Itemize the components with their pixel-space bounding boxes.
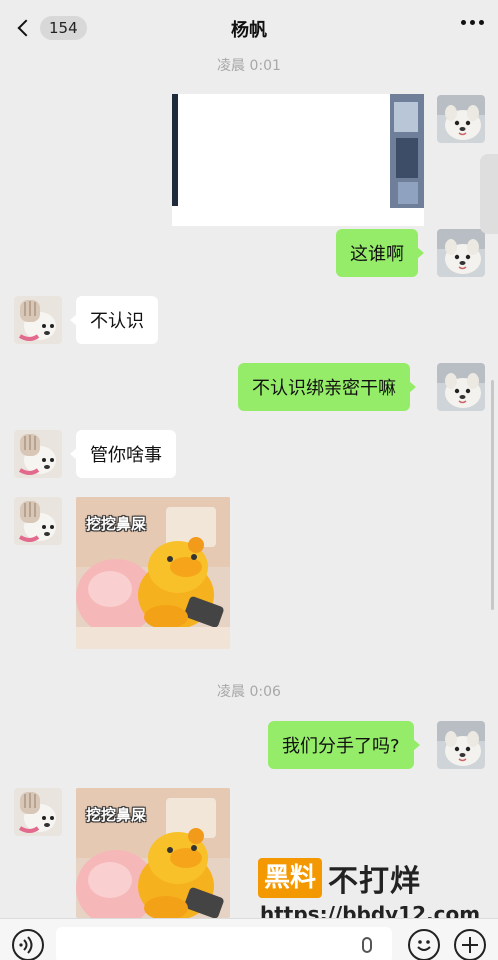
contact-avatar[interactable] [14, 788, 62, 836]
my-message-bubble[interactable]: 不认识绑亲密干嘛 [238, 363, 416, 411]
more-icon[interactable] [461, 20, 484, 25]
my-avatar[interactable] [437, 721, 485, 769]
chat-title: 杨帆 [231, 20, 267, 41]
mic-icon[interactable] [362, 937, 372, 953]
my-avatar[interactable] [437, 95, 485, 143]
sticker-message[interactable]: 挖挖鼻屎 [76, 788, 230, 918]
sticker-message[interactable]: 挖挖鼻屎 [76, 497, 230, 649]
scroll-indicator[interactable] [491, 380, 494, 610]
sticker-caption: 挖挖鼻屎 [86, 515, 147, 533]
watermark-brand-box: 黑料 [258, 858, 323, 898]
timestamp: 凌晨 0:06 [217, 684, 281, 700]
message-input[interactable] [56, 927, 392, 960]
input-bar [0, 918, 498, 960]
sticker-caption: 挖挖鼻屎 [86, 806, 147, 824]
plus-icon[interactable] [454, 929, 486, 960]
contact-message-bubble[interactable]: 管你啥事 [70, 430, 176, 478]
contact-message-bubble[interactable]: 不认识 [70, 296, 158, 344]
image-message[interactable] [172, 94, 424, 226]
voice-icon[interactable] [12, 929, 44, 960]
my-message-bubble[interactable]: 我们分手了吗? [268, 721, 420, 769]
my-message-bubble[interactable]: 这谁啊 [336, 229, 424, 277]
contact-avatar[interactable] [14, 497, 62, 545]
my-avatar[interactable] [437, 363, 485, 411]
timestamp: 凌晨 0:01 [217, 58, 281, 74]
scroll-handle[interactable] [480, 154, 498, 234]
chat-header: 154 杨帆 [0, 0, 498, 56]
contact-avatar[interactable] [14, 430, 62, 478]
watermark-brand-rest: 不打烊 [328, 864, 422, 899]
watermark-brand: 黑料 不打烊 [258, 858, 422, 899]
my-avatar[interactable] [437, 229, 485, 277]
emoji-icon[interactable] [408, 929, 440, 960]
contact-avatar[interactable] [14, 296, 62, 344]
